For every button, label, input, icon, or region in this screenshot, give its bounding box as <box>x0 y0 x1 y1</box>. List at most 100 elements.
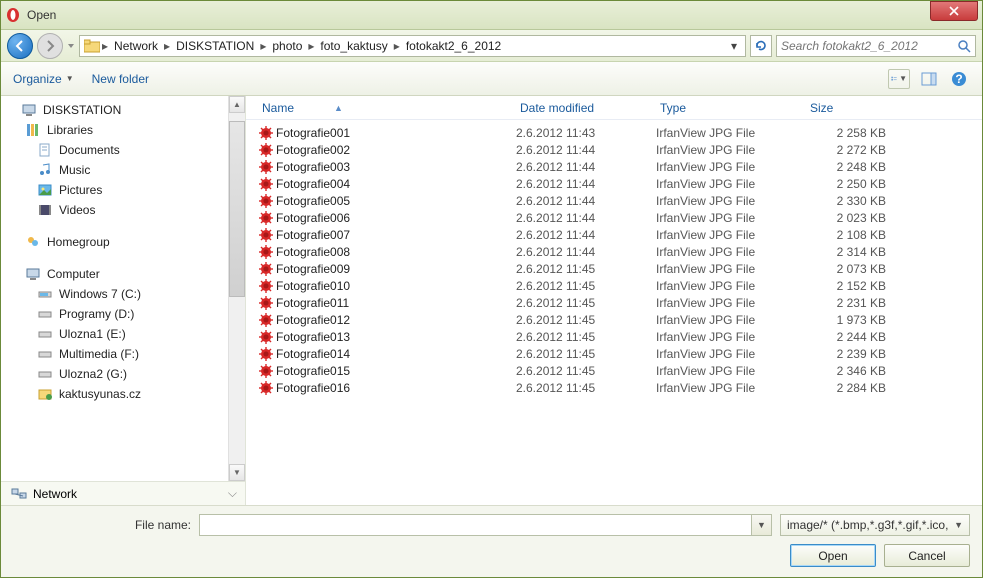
search-box[interactable] <box>776 35 976 57</box>
file-name: Fotografie008 <box>276 245 516 259</box>
file-row[interactable]: Fotografie0012.6.2012 11:43IrfanView JPG… <box>246 124 982 141</box>
sidebar-item-videos[interactable]: Videos <box>9 200 245 220</box>
expand-icon[interactable]: ⌵ <box>228 486 237 501</box>
file-row[interactable]: Fotografie0122.6.2012 11:45IrfanView JPG… <box>246 311 982 328</box>
file-date: 2.6.2012 11:45 <box>516 279 656 293</box>
file-icon <box>258 176 276 192</box>
file-row[interactable]: Fotografie0062.6.2012 11:44IrfanView JPG… <box>246 209 982 226</box>
file-row[interactable]: Fotografie0112.6.2012 11:45IrfanView JPG… <box>246 294 982 311</box>
file-type: IrfanView JPG File <box>656 143 806 157</box>
nav-history-dropdown[interactable] <box>67 41 75 51</box>
breadcrumb-bar[interactable]: ▸ Network ▸ DISKSTATION ▸ photo ▸ foto_k… <box>79 35 746 57</box>
sidebar-item-drive-c[interactable]: Windows 7 (C:) <box>9 284 245 304</box>
file-row[interactable]: Fotografie0092.6.2012 11:45IrfanView JPG… <box>246 260 982 277</box>
sidebar-item-diskstation[interactable]: DISKSTATION <box>9 100 245 120</box>
sidebar-group-network[interactable]: Network ⌵ <box>1 481 245 505</box>
file-row[interactable]: Fotografie0052.6.2012 11:44IrfanView JPG… <box>246 192 982 209</box>
file-size: 2 231 KB <box>806 296 906 310</box>
folder-icon <box>84 39 100 53</box>
filename-dropdown[interactable]: ▼ <box>752 514 772 536</box>
scroll-thumb[interactable] <box>229 121 245 297</box>
sidebar-item-drive-d[interactable]: Programy (D:) <box>9 304 245 324</box>
file-row[interactable]: Fotografie0082.6.2012 11:44IrfanView JPG… <box>246 243 982 260</box>
sidebar-group-libraries[interactable]: Libraries <box>9 120 245 140</box>
titlebar[interactable]: Open <box>1 1 982 30</box>
music-icon <box>37 162 53 178</box>
sidebar-item-pictures[interactable]: Pictures <box>9 180 245 200</box>
file-size: 2 108 KB <box>806 228 906 242</box>
filename-label: File name: <box>13 518 191 532</box>
dropdown-icon: ▼ <box>954 520 963 530</box>
sidebar-scrollbar[interactable]: ▲ ▼ <box>228 96 245 481</box>
file-date: 2.6.2012 11:45 <box>516 364 656 378</box>
sidebar-label: Videos <box>59 203 95 217</box>
refresh-button[interactable] <box>750 35 772 57</box>
file-icon <box>258 142 276 158</box>
preview-pane-button[interactable] <box>918 69 940 89</box>
breadcrumb-seg-diskstation[interactable]: DISKSTATION <box>172 39 258 53</box>
computer-icon <box>21 102 37 118</box>
file-name: Fotografie007 <box>276 228 516 242</box>
sidebar-group-computer[interactable]: Computer <box>9 264 245 284</box>
open-button[interactable]: Open <box>790 544 876 567</box>
file-row[interactable]: Fotografie0132.6.2012 11:45IrfanView JPG… <box>246 328 982 345</box>
file-row[interactable]: Fotografie0022.6.2012 11:44IrfanView JPG… <box>246 141 982 158</box>
file-icon <box>258 346 276 362</box>
sidebar-item-drive-e[interactable]: Ulozna1 (E:) <box>9 324 245 344</box>
sidebar-label: Homegroup <box>47 235 110 249</box>
sidebar-item-drive-f[interactable]: Multimedia (F:) <box>9 344 245 364</box>
sidebar-label: Computer <box>47 267 100 281</box>
view-options-button[interactable]: ▼ <box>888 69 910 89</box>
bottom-bar: File name: ▼ image/* (*.bmp,*.g3f,*.gif,… <box>1 505 982 577</box>
breadcrumb-seg-network[interactable]: Network <box>110 39 162 53</box>
search-input[interactable] <box>781 39 957 53</box>
file-row[interactable]: Fotografie0162.6.2012 11:45IrfanView JPG… <box>246 379 982 396</box>
column-header-name[interactable]: Name ▲ <box>258 101 516 115</box>
filename-input[interactable] <box>199 514 752 536</box>
breadcrumb-seg-current[interactable]: fotokakt2_6_2012 <box>402 39 505 53</box>
file-row[interactable]: Fotografie0032.6.2012 11:44IrfanView JPG… <box>246 158 982 175</box>
close-button[interactable] <box>930 1 978 21</box>
file-type: IrfanView JPG File <box>656 177 806 191</box>
breadcrumb-seg-photo[interactable]: photo <box>268 39 306 53</box>
new-folder-button[interactable]: New folder <box>92 72 149 86</box>
file-row[interactable]: Fotografie0072.6.2012 11:44IrfanView JPG… <box>246 226 982 243</box>
column-header-size[interactable]: Size <box>806 101 906 115</box>
body: DISKSTATION Libraries Documents Music Pi… <box>1 96 982 505</box>
network-icon <box>11 486 27 502</box>
sidebar-label: Ulozna1 (E:) <box>59 327 126 341</box>
breadcrumb-dropdown[interactable]: ▾ <box>727 39 741 53</box>
chevron-icon: ▸ <box>394 39 400 53</box>
breadcrumb-seg-fotokaktusy[interactable]: foto_kaktusy <box>316 39 391 53</box>
file-row[interactable]: Fotografie0142.6.2012 11:45IrfanView JPG… <box>246 345 982 362</box>
file-row[interactable]: Fotografie0102.6.2012 11:45IrfanView JPG… <box>246 277 982 294</box>
sidebar-group-homegroup[interactable]: Homegroup <box>9 232 245 252</box>
file-type-filter[interactable]: image/* (*.bmp,*.g3f,*.gif,*.ico, ▼ <box>780 514 970 536</box>
sidebar-item-ftp[interactable]: kaktusyunas.cz <box>9 384 245 404</box>
nav-forward-button[interactable] <box>37 33 63 59</box>
sidebar-item-documents[interactable]: Documents <box>9 140 245 160</box>
sidebar-label: Programy (D:) <box>59 307 134 321</box>
documents-icon <box>37 142 53 158</box>
file-icon <box>258 244 276 260</box>
cancel-button[interactable]: Cancel <box>884 544 970 567</box>
scroll-down-button[interactable]: ▼ <box>229 464 245 481</box>
toolbar: Organize ▼ New folder ▼ ? <box>1 62 982 96</box>
chevron-icon: ▸ <box>102 39 108 53</box>
scroll-up-button[interactable]: ▲ <box>229 96 245 113</box>
file-list[interactable]: Fotografie0012.6.2012 11:43IrfanView JPG… <box>246 120 982 505</box>
organize-button[interactable]: Organize ▼ <box>13 72 74 86</box>
file-type: IrfanView JPG File <box>656 245 806 259</box>
file-row[interactable]: Fotografie0152.6.2012 11:45IrfanView JPG… <box>246 362 982 379</box>
nav-back-button[interactable] <box>7 33 33 59</box>
help-button[interactable]: ? <box>948 69 970 89</box>
drive-icon <box>37 326 53 342</box>
file-name: Fotografie009 <box>276 262 516 276</box>
file-row[interactable]: Fotografie0042.6.2012 11:44IrfanView JPG… <box>246 175 982 192</box>
column-header-date[interactable]: Date modified <box>516 101 656 115</box>
column-header-type[interactable]: Type <box>656 101 806 115</box>
sidebar-item-music[interactable]: Music <box>9 160 245 180</box>
sidebar-item-drive-g[interactable]: Ulozna2 (G:) <box>9 364 245 384</box>
sidebar-label: kaktusyunas.cz <box>59 387 141 401</box>
file-icon <box>258 159 276 175</box>
